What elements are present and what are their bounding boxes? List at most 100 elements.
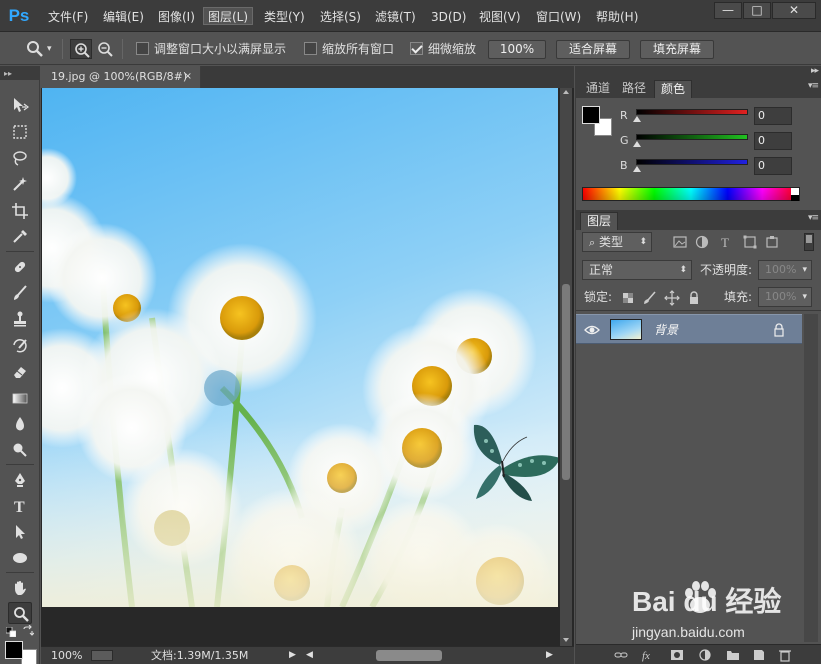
blue-value-input[interactable]: 0: [754, 157, 792, 175]
scroll-right-icon[interactable]: ▶: [546, 647, 553, 664]
vertical-scrollbar[interactable]: [560, 88, 572, 646]
background-color-swatch[interactable]: [21, 649, 37, 664]
panel-collapse-bar[interactable]: ▸▸: [576, 66, 821, 78]
filter-pixel-icon[interactable]: [672, 234, 688, 250]
green-slider[interactable]: [636, 134, 748, 140]
dodge-tool-icon[interactable]: [8, 439, 32, 461]
move-tool-icon[interactable]: [8, 94, 32, 116]
lock-position-icon[interactable]: [664, 290, 680, 306]
default-colors-icon[interactable]: [5, 626, 17, 638]
toolbar-grip[interactable]: ▸▸: [0, 66, 40, 80]
swap-colors-icon[interactable]: [22, 624, 35, 637]
new-layer-icon[interactable]: [752, 648, 766, 662]
collapse-panels-icon[interactable]: ▸▸: [811, 66, 819, 76]
fill-input[interactable]: 100% ▾: [758, 287, 812, 307]
layer-name[interactable]: 背景: [654, 321, 678, 338]
filter-adjustment-icon[interactable]: [694, 234, 710, 250]
marquee-tool-icon[interactable]: [8, 121, 32, 143]
image-canvas[interactable]: [42, 88, 558, 607]
menu-view[interactable]: 视图(V): [479, 8, 521, 26]
layer-effects-icon[interactable]: fx: [642, 648, 656, 662]
zoom-level[interactable]: 100%: [51, 647, 82, 664]
minimize-button[interactable]: —: [714, 2, 742, 19]
history-brush-tool-icon[interactable]: [8, 335, 32, 357]
lock-image-pixels-icon[interactable]: [642, 290, 658, 306]
eye-icon[interactable]: [584, 322, 600, 338]
tool-preset-arrow-icon[interactable]: ▾: [47, 42, 52, 56]
status-toggle-icon[interactable]: [91, 650, 113, 661]
gradient-tool-icon[interactable]: [8, 387, 32, 409]
blend-mode-select[interactable]: 正常 ⬍: [582, 260, 692, 280]
scrubby-zoom-checkbox[interactable]: [410, 42, 423, 55]
panel-menu-icon[interactable]: ▾≡: [808, 81, 819, 91]
layers-panel-menu-icon[interactable]: ▾≡: [808, 213, 819, 223]
lock-transparent-pixels-icon[interactable]: [620, 290, 636, 306]
fill-screen-button[interactable]: 填充屏幕: [640, 40, 714, 59]
white-sample[interactable]: [791, 188, 799, 195]
layer-filter-select[interactable]: ⌕ 类型 ⬍: [582, 232, 652, 252]
red-slider-handle[interactable]: [633, 116, 641, 122]
path-selection-tool-icon[interactable]: [8, 521, 32, 543]
fit-screen-button[interactable]: 适合屏幕: [556, 40, 630, 59]
tab-paths[interactable]: 路径: [616, 80, 652, 98]
menu-help[interactable]: 帮助(H): [596, 8, 638, 26]
tab-color[interactable]: 颜色: [654, 80, 693, 98]
zoom-in-icon[interactable]: [70, 39, 92, 59]
lock-all-icon[interactable]: [686, 290, 702, 306]
status-menu-arrow-icon[interactable]: ▶: [289, 647, 296, 664]
pen-tool-icon[interactable]: [8, 469, 32, 491]
link-layers-icon[interactable]: [614, 648, 628, 662]
green-value-input[interactable]: 0: [754, 132, 792, 150]
brush-tool-icon[interactable]: [8, 282, 32, 304]
eyedropper-tool-icon[interactable]: [8, 226, 32, 248]
opacity-input[interactable]: 100% ▾: [758, 260, 812, 280]
close-tab-icon[interactable]: ×: [184, 66, 192, 88]
hand-tool-icon[interactable]: [8, 577, 32, 599]
menu-edit[interactable]: 编辑(E): [103, 8, 144, 26]
delete-layer-icon[interactable]: [778, 648, 792, 662]
new-group-icon[interactable]: [726, 648, 740, 662]
zoom-out-icon[interactable]: [94, 39, 116, 59]
menu-image[interactable]: 图像(I): [158, 8, 195, 26]
menu-select[interactable]: 选择(S): [320, 8, 361, 26]
menu-window[interactable]: 窗口(W): [536, 8, 581, 26]
blur-tool-icon[interactable]: [8, 413, 32, 435]
filter-smart-object-icon[interactable]: [764, 234, 780, 250]
red-value-input[interactable]: 0: [754, 107, 792, 125]
healing-brush-tool-icon[interactable]: [8, 256, 32, 278]
filter-shape-icon[interactable]: [742, 234, 758, 250]
zoom-tool-icon[interactable]: [24, 39, 46, 59]
menu-file[interactable]: 文件(F): [48, 8, 88, 26]
scroll-left-icon[interactable]: ◀: [306, 647, 313, 664]
blue-slider[interactable]: [636, 159, 748, 165]
foreground-color-swatch[interactable]: [5, 641, 23, 659]
filter-type-icon[interactable]: T: [718, 234, 734, 250]
close-button[interactable]: ✕: [772, 2, 816, 19]
crop-tool-icon[interactable]: [8, 200, 32, 222]
blue-slider-handle[interactable]: [633, 166, 641, 172]
filter-toggle-switch[interactable]: [804, 233, 814, 251]
color-panel-foreground-swatch[interactable]: [582, 106, 600, 124]
menu-layer[interactable]: 图层(L): [203, 7, 254, 25]
menu-type[interactable]: 类型(Y): [264, 8, 305, 26]
menu-filter[interactable]: 滤镜(T): [375, 8, 416, 26]
vertical-scroll-thumb[interactable]: [562, 284, 570, 480]
color-spectrum-ramp[interactable]: [582, 187, 800, 201]
actual-pixels-button[interactable]: 100%: [488, 40, 546, 59]
layer-row-background[interactable]: 背景: [576, 314, 802, 344]
clone-stamp-tool-icon[interactable]: [8, 308, 32, 330]
type-tool-icon[interactable]: T: [8, 495, 32, 517]
magic-wand-tool-icon[interactable]: [8, 173, 32, 195]
layer-mask-icon[interactable]: [670, 648, 684, 662]
zoom-tool-active-icon[interactable]: [8, 602, 32, 624]
restore-button[interactable]: □: [743, 2, 771, 19]
horizontal-scroll-thumb[interactable]: [376, 650, 442, 661]
resize-windows-checkbox[interactable]: [136, 42, 149, 55]
black-sample[interactable]: [791, 195, 799, 201]
eraser-tool-icon[interactable]: [8, 361, 32, 383]
red-slider[interactable]: [636, 109, 748, 115]
tab-layers[interactable]: 图层: [580, 212, 619, 230]
menu-3d[interactable]: 3D(D): [431, 8, 466, 26]
document-tab[interactable]: 19.jpg @ 100%(RGB/8#) ×: [41, 66, 201, 88]
zoom-all-windows-checkbox[interactable]: [304, 42, 317, 55]
